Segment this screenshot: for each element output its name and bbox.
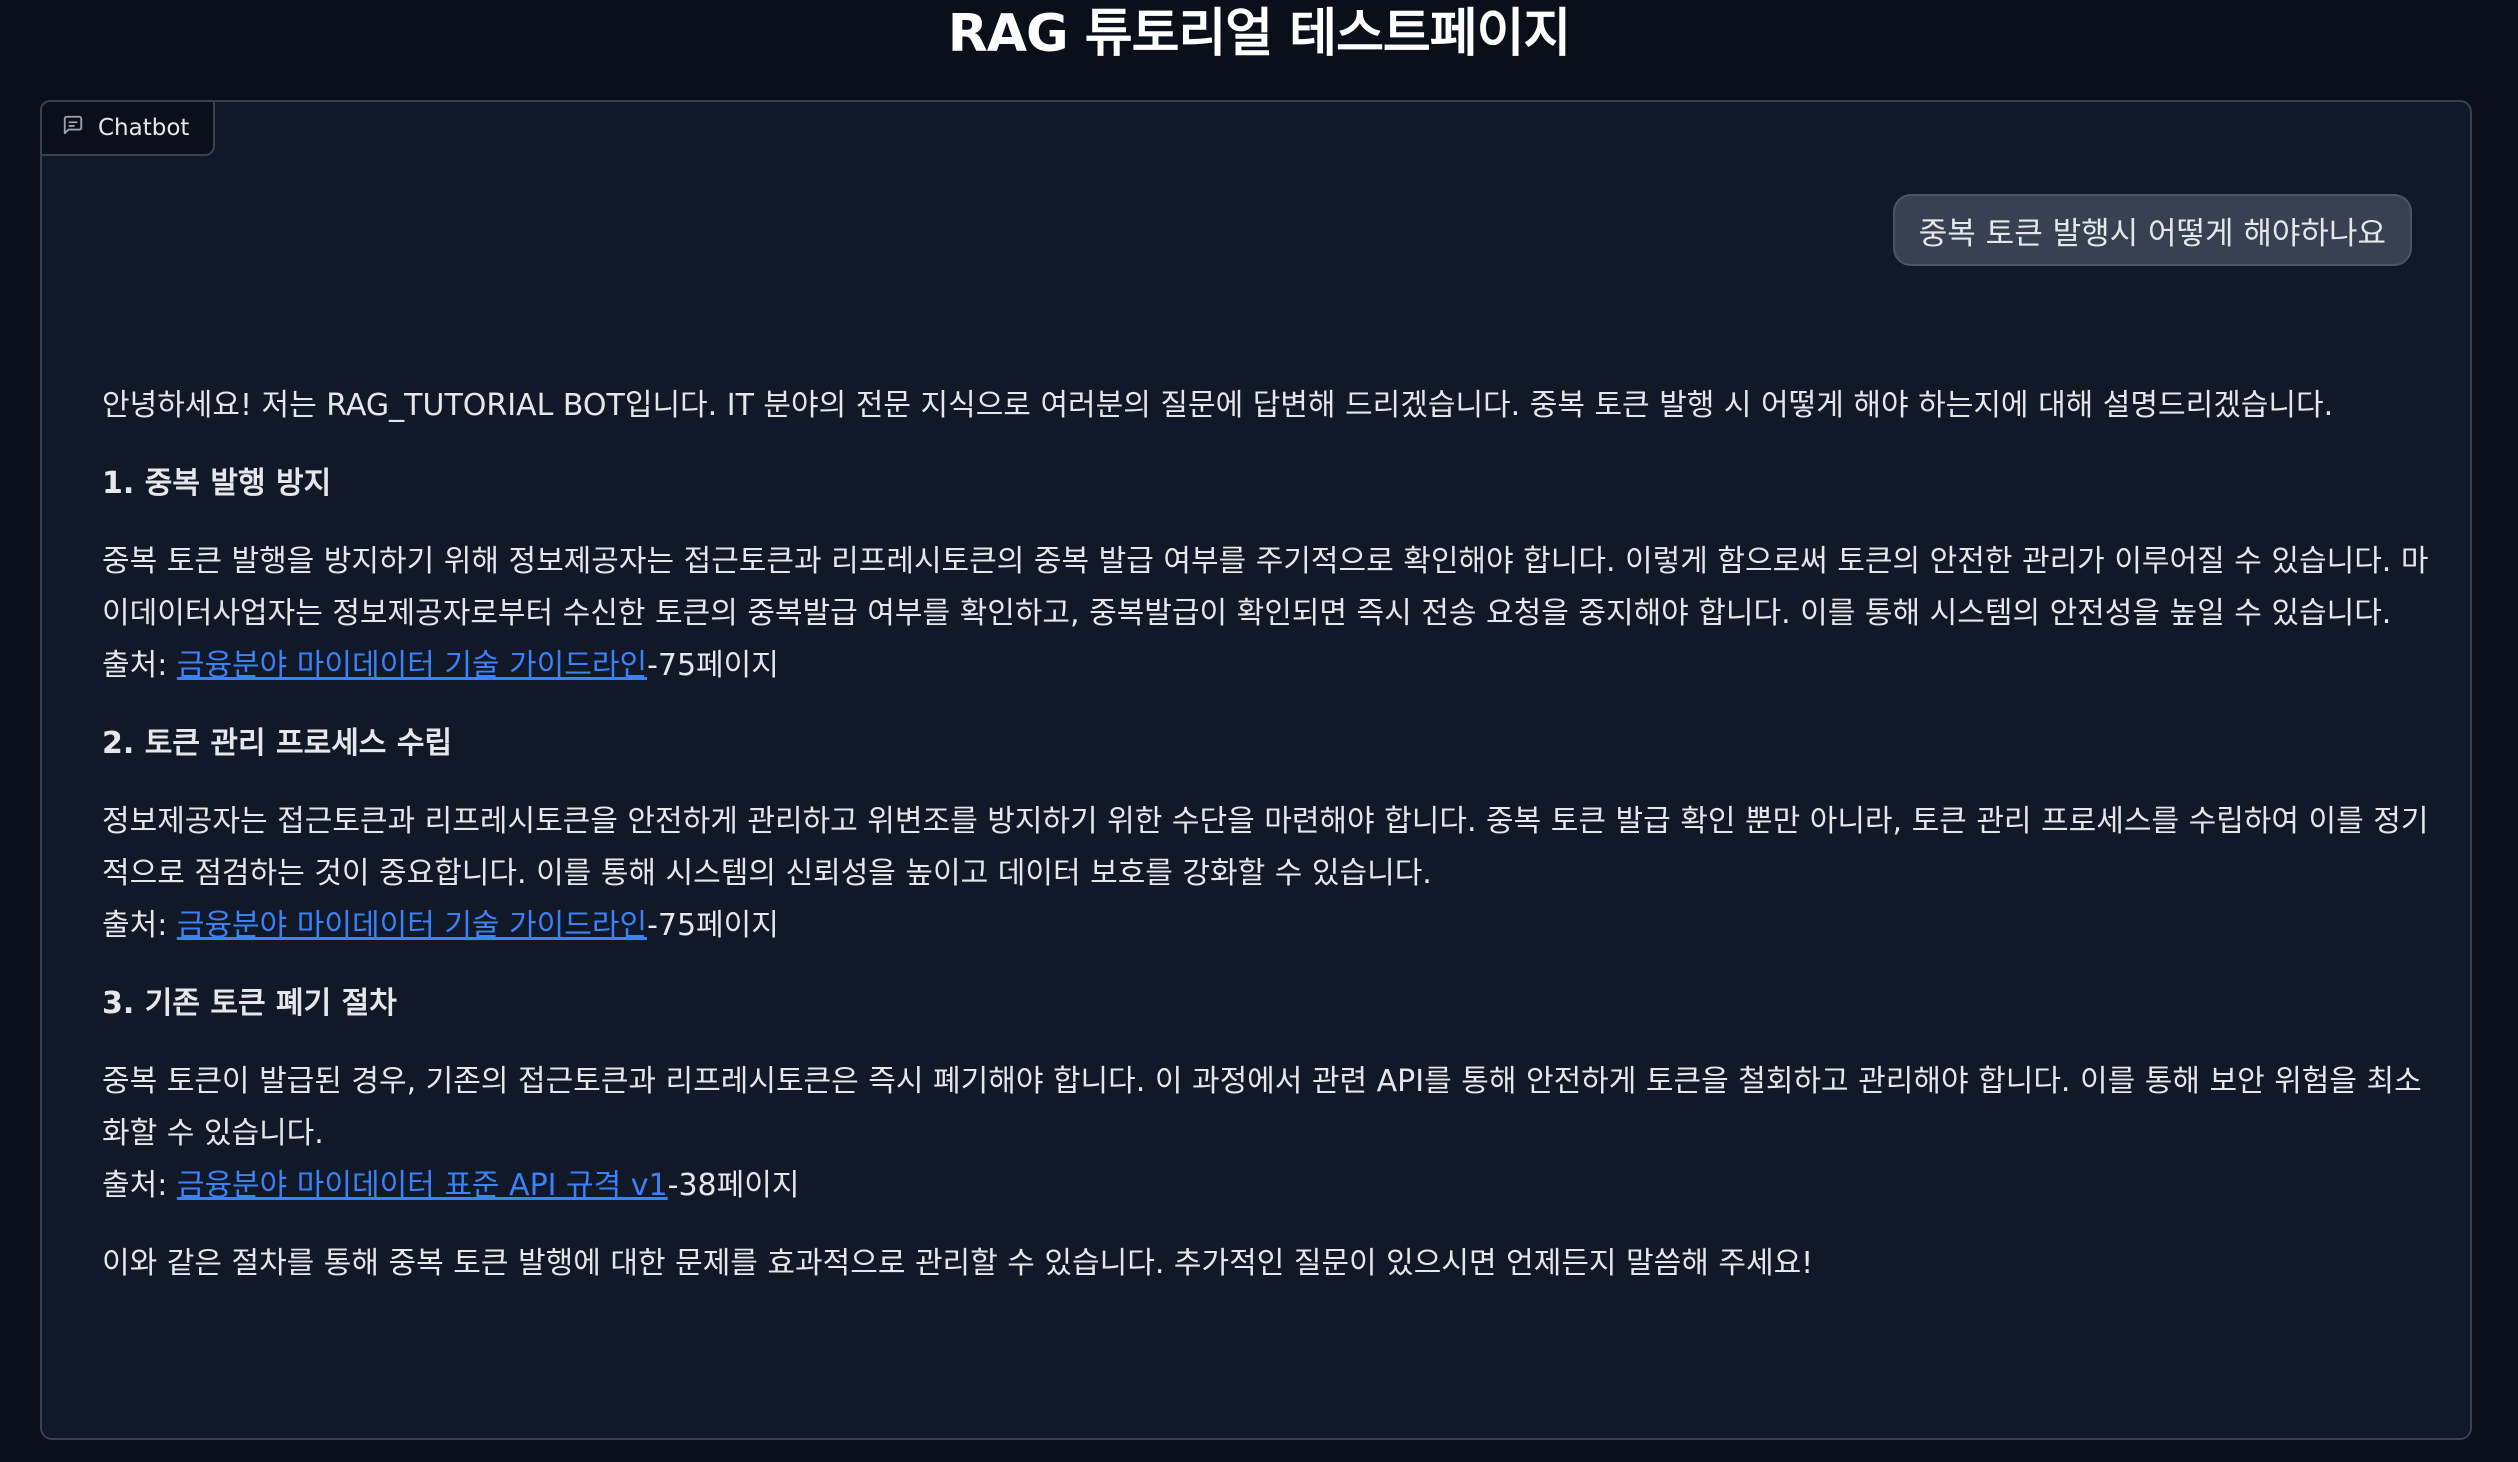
source-prefix: 출처: xyxy=(102,908,177,943)
chat-bubble-icon xyxy=(62,114,84,142)
source-suffix: -75페이지 xyxy=(647,648,779,683)
bot-intro: 안녕하세요! 저는 RAG_TUTORIAL BOT입니다. IT 분야의 전문… xyxy=(102,388,2334,423)
bot-message: 안녕하세요! 저는 RAG_TUTORIAL BOT입니다. IT 분야의 전문… xyxy=(102,380,2442,1316)
source-link[interactable]: 금융분야 마이데이터 표준 API 규격 v1 xyxy=(177,1168,668,1203)
chatbot-label-text: Chatbot xyxy=(98,115,190,141)
chatbot-label: Chatbot xyxy=(40,100,216,156)
source-prefix: 출처: xyxy=(102,648,177,683)
page-title: RAG 튜토리얼 테스트페이지 xyxy=(947,4,1572,64)
chatbot-panel: Chatbot 중복 토큰 발행시 어떻게 해야하나요 안녕하세요! 저는 RA… xyxy=(40,100,2472,1440)
user-message: 중복 토큰 발행시 어떻게 해야하나요 xyxy=(1892,194,2412,266)
section-body: 중복 토큰이 발급된 경우, 기존의 접근토큰과 리프레시토큰은 즉시 폐기해야… xyxy=(102,1056,2442,1212)
source-link[interactable]: 금융분야 마이데이터 기술 가이드라인 xyxy=(177,908,647,943)
bot-closing: 이와 같은 절차를 통해 중복 토큰 발행에 대한 문제를 효과적으로 관리할 … xyxy=(102,1246,1814,1281)
source-suffix: -75페이지 xyxy=(647,908,779,943)
section-body-text: 중복 토큰 발행을 방지하기 위해 정보제공자는 접근토큰과 리프레시토큰의 중… xyxy=(102,544,2429,631)
source-suffix: -38페이지 xyxy=(667,1168,800,1203)
section-body-text: 정보제공자는 접근토큰과 리프레시토큰을 안전하게 관리하고 위변조를 방지하기… xyxy=(102,804,2429,891)
section-body: 정보제공자는 접근토큰과 리프레시토큰을 안전하게 관리하고 위변조를 방지하기… xyxy=(102,796,2442,952)
section-heading: 3. 기존 토큰 폐기 절차 xyxy=(102,986,397,1021)
section-body: 중복 토큰 발행을 방지하기 위해 정보제공자는 접근토큰과 리프레시토큰의 중… xyxy=(102,536,2442,692)
source-link[interactable]: 금융분야 마이데이터 기술 가이드라인 xyxy=(177,648,647,683)
section-body-text: 중복 토큰이 발급된 경우, 기존의 접근토큰과 리프레시토큰은 즉시 폐기해야… xyxy=(102,1064,2422,1151)
section-heading: 1. 중복 발행 방지 xyxy=(102,466,332,501)
section-heading: 2. 토큰 관리 프로세스 수립 xyxy=(102,726,453,761)
source-prefix: 출처: xyxy=(102,1168,177,1203)
